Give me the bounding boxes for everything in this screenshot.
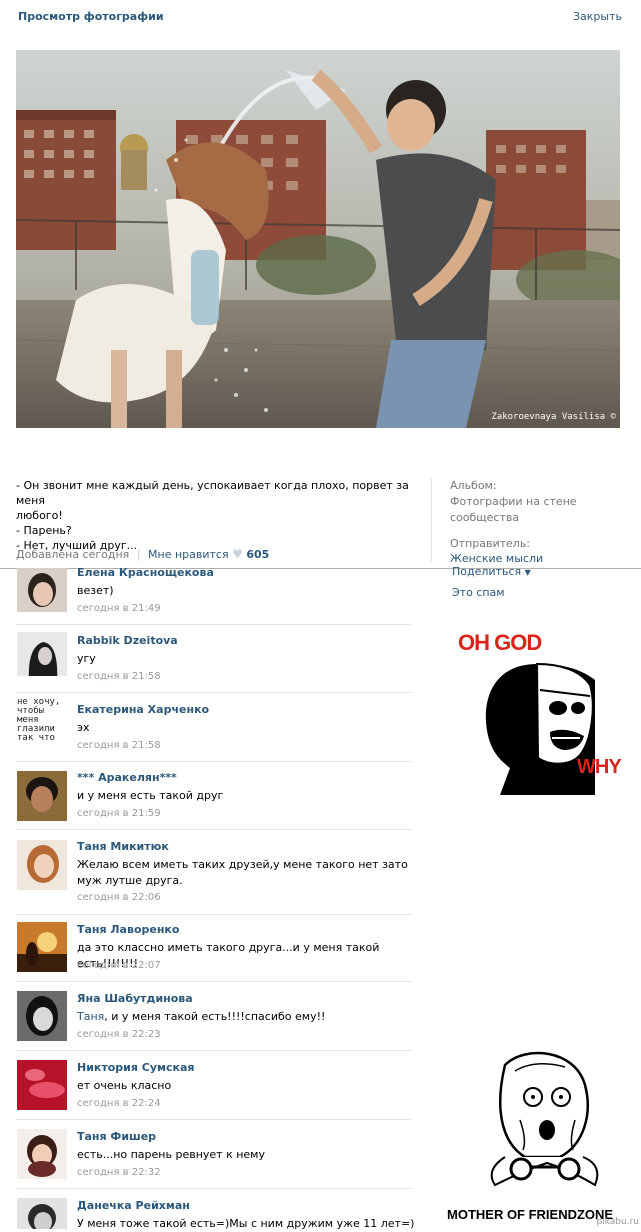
comment-time[interactable]: сегодня в 21:58 — [77, 671, 161, 682]
sender-link[interactable]: Женские мысли — [450, 552, 543, 565]
comment-item: Таня Микитюк Желаю всем иметь таких друз… — [16, 840, 411, 927]
comment-author[interactable]: Rabbik Dzeitova — [77, 634, 178, 647]
comment-author[interactable]: *** Аракелян*** — [77, 771, 177, 784]
comment-separator — [16, 1050, 411, 1051]
comment-time[interactable]: сегодня в 22:32 — [77, 1167, 161, 1178]
comment-author[interactable]: Таня Лаворенко — [77, 923, 179, 936]
album-name-line1[interactable]: Фотографии на стене — [450, 495, 577, 508]
oh-god-why-meme: OH GOD WHY — [455, 630, 630, 800]
meme-bottom-caption: WHY — [577, 756, 622, 778]
avatar[interactable] — [17, 632, 67, 676]
comment-item: Елена Краснощекова везет) сегодня в 21:4… — [16, 566, 411, 637]
comment-author[interactable]: Таня Фишер — [77, 1130, 156, 1143]
close-button[interactable]: Закрыть — [573, 10, 622, 23]
comment-separator — [16, 829, 411, 830]
avatar[interactable] — [17, 568, 67, 612]
photo-watermark: Zakoroevnaya Vasilisa © — [491, 412, 616, 422]
comment-separator — [16, 692, 411, 693]
comment-item: Rabbik Dzeitova угу сегодня в 21:58 — [16, 632, 411, 705]
comment-author[interactable]: Таня Микитюк — [77, 840, 169, 853]
album-name-line2[interactable]: сообщества — [450, 511, 519, 524]
avatar[interactable] — [17, 922, 67, 972]
meme-caption: MOTHER OF FRIENDZONE — [447, 1207, 614, 1222]
heart-icon[interactable]: ♥ — [232, 547, 243, 561]
comment-item: Яна Шабутдинова Таня, и у меня такой ест… — [16, 991, 412, 1063]
comment-text: везет) — [77, 584, 114, 597]
comment-author[interactable]: Никтория Сумская — [77, 1061, 195, 1074]
comment-author[interactable]: Екатерина Харченко — [77, 703, 209, 716]
reply-mention[interactable]: Таня — [77, 1010, 104, 1023]
comment-author[interactable]: Елена Краснощекова — [77, 566, 214, 579]
post-description: - Он звонит мне каждый день, успокаивает… — [16, 478, 416, 553]
chevron-down-icon: ▼ — [524, 568, 531, 577]
comment-text: У меня тоже такой есть=)Мы с ним дружим … — [77, 1217, 415, 1230]
comment-item: Таня Фишер есть...но парень ревнует к не… — [16, 1129, 411, 1201]
avatar[interactable] — [17, 1060, 67, 1110]
like-count: 605 — [246, 548, 270, 561]
comment-item: Никтория Сумская ет очень класно сегодня… — [16, 1060, 411, 1132]
comment-text: эх — [77, 721, 90, 734]
added-date: Добавлена сегодня — [16, 548, 130, 561]
page-title: Просмотр фотографии — [18, 10, 164, 23]
photo-illustration — [16, 50, 620, 428]
rage-face-drawing — [490, 1051, 599, 1187]
comment-time[interactable]: сегодня в 22:24 — [77, 1098, 161, 1109]
comment-separator — [16, 981, 411, 982]
post-text-line: - Парень? — [16, 524, 72, 537]
share-button[interactable]: Поделиться ▼ — [452, 565, 531, 578]
site-watermark: pikabu.ru — [596, 1217, 639, 1227]
post-meta: Добавлена сегодня | Мне нравится ♥ 605 — [16, 547, 269, 561]
comment-separator — [16, 1119, 411, 1120]
avatar[interactable] — [17, 1129, 67, 1179]
comment-text: ет очень класно — [77, 1079, 172, 1092]
comment-text-body: , и у меня такой есть!!!!спасибо ему!! — [104, 1010, 326, 1023]
avatar[interactable] — [17, 840, 67, 890]
meme-top-caption: OH GOD — [458, 630, 542, 655]
comment-item: Таня Лаворенко да это классно иметь тако… — [16, 922, 411, 994]
comment-text: и у меня есть такой друг — [77, 789, 224, 802]
comment-item: не хочу, чтобы меня глазили так что Екат… — [16, 698, 411, 774]
comment-time[interactable]: сегодня в 21:59 — [77, 808, 161, 819]
report-spam-link[interactable]: Это спам — [452, 586, 505, 599]
comment-item: *** Аракелян*** и у меня есть такой друг… — [16, 771, 411, 842]
post-text-line: любого! — [16, 509, 63, 522]
comment-time[interactable]: сегодня в 22:07 — [77, 960, 161, 971]
sender-label: Отправитель: — [450, 537, 531, 550]
comment-author[interactable]: Данечка Рейхман — [77, 1199, 190, 1212]
info-divider — [431, 478, 432, 562]
comment-text: Таня, и у меня такой есть!!!!спасибо ему… — [77, 1009, 412, 1025]
share-label: Поделиться — [452, 565, 522, 578]
comment-separator — [16, 761, 411, 762]
like-button[interactable]: Мне нравится — [148, 548, 229, 561]
main-photo[interactable]: Zakoroevnaya Vasilisa © — [16, 50, 620, 428]
comment-author[interactable]: Яна Шабутдинова — [77, 992, 193, 1005]
avatar[interactable] — [17, 1198, 67, 1229]
avatar[interactable] — [17, 771, 67, 821]
comment-time[interactable]: сегодня в 21:49 — [77, 603, 161, 614]
album-label: Альбом: — [450, 479, 497, 492]
comment-text: есть...но парень ревнует к нему — [77, 1148, 265, 1161]
comment-separator — [16, 624, 411, 625]
comment-text: Желаю всем иметь таких друзей,у мене так… — [77, 858, 408, 887]
comment-separator — [16, 1188, 411, 1189]
avatar[interactable]: не хочу, чтобы меня глазили так что — [17, 698, 67, 742]
mother-of-friendzone-meme: MOTHER OF FRIENDZONE — [445, 1045, 625, 1225]
avatar[interactable] — [17, 991, 67, 1041]
comment-item: Данечка Рейхман У меня тоже такой есть=)… — [16, 1198, 415, 1230]
comment-time[interactable]: сегодня в 21:58 — [77, 740, 161, 751]
avatar-handwriting-line: так что — [17, 733, 55, 743]
comment-time[interactable]: сегодня в 22:23 — [77, 1029, 161, 1040]
comment-time[interactable]: сегодня в 22:06 — [77, 892, 161, 903]
meta-separator: | — [136, 548, 141, 561]
post-text-line: - Он звонит мне каждый день, успокаивает… — [16, 479, 409, 507]
comment-text: угу — [77, 652, 96, 665]
comment-separator — [16, 914, 411, 915]
